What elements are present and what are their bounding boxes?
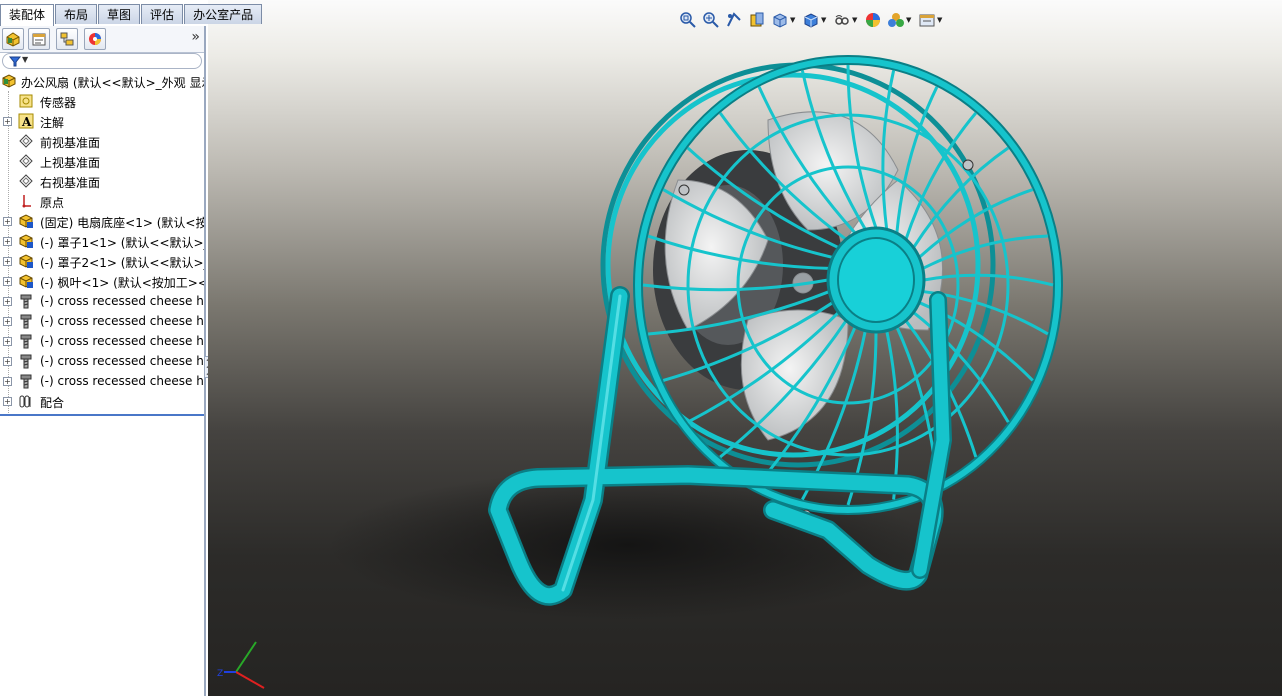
display-manager-icon [89,33,101,45]
command-manager-tabs: 装配体 布局 草图 评估 办公室产品 [0,4,263,26]
tree-item[interactable]: + (-) cross recessed cheese head [0,291,204,311]
tree-item-label: 上视基准面 [40,156,101,170]
reference-triad: Z [217,641,265,689]
tree-item[interactable]: 传感器 [0,91,204,111]
panel-separator [0,414,204,416]
tab-sketch[interactable]: 草图 [98,4,141,24]
tree-item-label: (-) cross recessed cheese head [40,334,204,348]
triad-z-label: Z [217,669,223,679]
part-icon [19,234,33,248]
plane-icon [19,154,33,168]
configuration-manager-icon [60,32,74,46]
tree-item[interactable]: + (-) 枫叶<1> (默认<按加工><<默认 [0,271,204,291]
cage-spoke [923,273,1054,287]
display-manager-tab[interactable] [84,28,106,50]
tree-item-label: (-) cross recessed cheese head [40,314,204,328]
tree-item[interactable]: + (-) cross recessed cheese head [0,351,204,371]
expand-toggle-icon[interactable]: + [3,397,12,406]
tree-filter-field[interactable]: ▼ [2,53,202,69]
expand-toggle-icon[interactable]: + [3,257,12,266]
screw-icon [20,294,32,309]
expand-toggle-icon[interactable]: + [3,297,12,306]
tree-item-label: (-) cross recessed cheese head [40,354,204,368]
property-manager-icon [32,33,46,46]
tree-item[interactable]: 前视基准面 [0,131,204,151]
panel-tab-bar: » [0,26,204,53]
tree-root-label: 办公风扇 (默认<<默认>_外观 显示 [21,76,204,90]
screw-icon [20,334,32,349]
part-icon [19,274,33,288]
screw-icon [20,314,32,329]
tree-item[interactable]: + (-) cross recessed cheese head [0,371,204,391]
filter-icon [9,56,21,67]
tree-item[interactable]: + 配合 [0,391,204,411]
tree-item-label: 传感器 [40,96,77,110]
tree-item[interactable]: + (固定) 电扇底座<1> (默认<按加工 [0,211,204,231]
svg-text:A: A [21,115,32,129]
tree-item[interactable]: + (-) 罩子1<1> (默认<<默认>_显示 [0,231,204,251]
tree-item-label: (-) cross recessed cheese head [40,294,204,308]
tree-item-label: (-) 罩子2<1> (默认<<默认>_显示 [40,256,204,270]
tree-item[interactable]: + (-) cross recessed cheese head [0,311,204,331]
tree-item[interactable]: + (-) 罩子2<1> (默认<<默认>_显示 [0,251,204,271]
feature-manager-panel: » ▼ 办公风扇 (默认<<默认>_外观 显示 传感器 + A 注解前视基准面上视基准… [0,26,206,696]
tree-item-label: (-) 罩子1<1> (默认<<默认>_显示 [40,236,204,250]
tree-item[interactable]: + A 注解 [0,111,204,131]
collapse-panel-icon[interactable]: » [191,29,200,45]
tree-item-label: 配合 [40,396,65,410]
tree-item-label: (-) cross recessed cheese head [40,374,204,388]
expand-toggle-icon[interactable]: + [3,357,12,366]
plane-icon [19,134,33,148]
feature-tree: 办公风扇 (默认<<默认>_外观 显示 传感器 + A 注解前视基准面上视基准面右视基… [0,71,204,416]
feature-manager-icon [6,32,20,47]
screw-icon [20,374,32,389]
expand-toggle-icon[interactable]: + [3,317,12,326]
part-icon [19,214,33,228]
tree-item-label: (-) 枫叶<1> (默认<按加工><<默认 [40,276,204,290]
tree-root-assembly[interactable]: 办公风扇 (默认<<默认>_外观 显示 [0,71,204,91]
filter-dropdown-icon: ▼ [22,55,29,64]
tree-item-label: 注解 [40,116,65,130]
tree-item[interactable]: 原点 [0,191,204,211]
configuration-manager-tab[interactable] [56,28,78,50]
tree-item-label: 前视基准面 [40,136,101,150]
mates-icon [19,395,31,408]
graphics-viewport[interactable]: ▼ ▼ ▼ ▼ ▼ Z [208,0,1282,696]
expand-toggle-icon[interactable]: + [3,237,12,246]
expand-toggle-icon[interactable]: + [3,377,12,386]
assembly-icon [2,74,16,88]
expand-toggle-icon[interactable]: + [3,117,12,126]
tree-item[interactable]: 右视基准面 [0,171,204,191]
property-manager-tab[interactable] [28,28,50,50]
desk-fan-model[interactable] [208,0,1282,696]
expand-toggle-icon[interactable]: + [3,337,12,346]
feature-manager-tab[interactable] [2,28,24,50]
front-hub-badge [826,226,926,334]
tree-item-label: (固定) 电扇底座<1> (默认<按加工 [40,216,204,230]
tree-item-label: 原点 [40,196,65,210]
screw-icon [20,354,32,369]
tree-item[interactable]: 上视基准面 [0,151,204,171]
expand-toggle-icon[interactable]: + [3,277,12,286]
part-icon [19,254,33,268]
sensor-icon [19,94,33,108]
plane-icon [19,174,33,188]
origin-icon [22,195,31,208]
tab-evaluate[interactable]: 评估 [141,4,184,24]
tab-assembly[interactable]: 装配体 [0,4,55,26]
annotation-icon: A [18,113,34,129]
tab-layout[interactable]: 布局 [55,4,98,24]
tree-item-label: 右视基准面 [40,176,101,190]
tab-office-products[interactable]: 办公室产品 [184,4,263,24]
tree-item[interactable]: + (-) cross recessed cheese head [0,331,204,351]
expand-toggle-icon[interactable]: + [3,217,12,226]
